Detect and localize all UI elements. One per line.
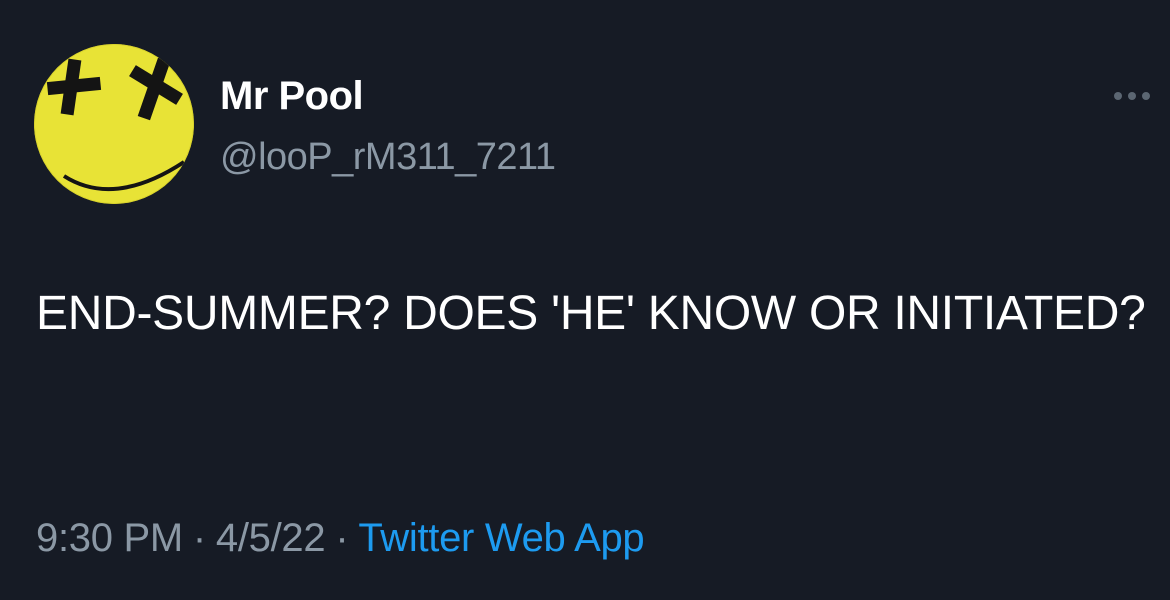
tweet-text: END-SUMMER? DOES 'HE' KNOW OR INITIATED?	[36, 287, 1146, 340]
tweet-time[interactable]: 9:30 PM	[36, 516, 183, 560]
tweet-date[interactable]: 4/5/22	[216, 516, 326, 560]
avatar[interactable]	[34, 44, 194, 204]
tweet-metadata: 9:30 PM · 4/5/22 · Twitter Web App	[36, 516, 645, 561]
tweet-card: Mr Pool @looP_rM311_7211 END-SUMMER? DOE…	[0, 0, 1170, 600]
smiley-avatar-icon	[34, 44, 194, 204]
tweet-source-link[interactable]: Twitter Web App	[358, 516, 644, 560]
meta-separator: ·	[192, 516, 206, 560]
display-name[interactable]: Mr Pool	[220, 74, 364, 119]
more-options-button[interactable]	[1110, 82, 1154, 110]
user-handle[interactable]: @looP_rM311_7211	[220, 136, 556, 179]
meta-separator: ·	[335, 516, 349, 560]
more-horizontal-icon	[1114, 92, 1150, 100]
